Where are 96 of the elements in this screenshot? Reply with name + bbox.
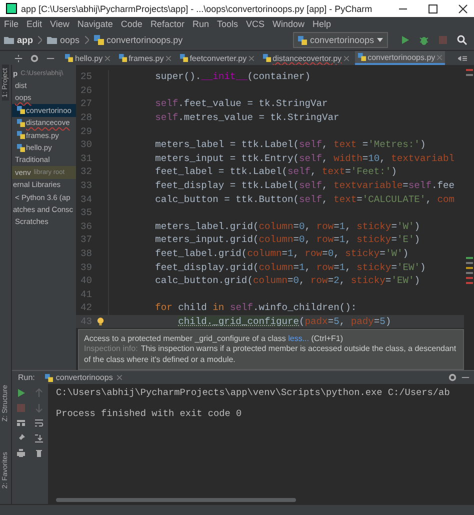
- python-file-icon: [94, 35, 104, 45]
- python-file-icon: [118, 54, 127, 62]
- python-file-icon: [180, 54, 188, 62]
- line-number: 42: [79, 302, 92, 314]
- python-file-icon: [262, 54, 271, 62]
- scroll-to-end-icon[interactable]: [34, 433, 44, 443]
- line-number: 31: [79, 152, 92, 164]
- code-line: feet_display = ttk.Label(self, textvariable=self.fee: [155, 180, 454, 192]
- folder-icon: [47, 36, 58, 44]
- python-file-icon: [17, 144, 25, 152]
- line-number: 40: [79, 275, 92, 286]
- python-file-icon: [17, 118, 25, 127]
- menu-item[interactable]: Help: [312, 18, 332, 28]
- chevron-icon: [38, 36, 42, 44]
- python-file-icon: [17, 131, 25, 140]
- console-line: C:\Users\abhij\PycharmProjects\app\venv\Scripts\python.exe C:/Users/ab: [56, 387, 451, 400]
- code-line: for child in self.winfo_children():: [155, 302, 357, 314]
- wrap-icon[interactable]: [34, 418, 44, 428]
- menu-item[interactable]: Edit: [26, 18, 42, 28]
- tab-list-icon[interactable]: [458, 54, 467, 62]
- folder-icon: [4, 36, 14, 44]
- line-number: 25: [79, 71, 92, 82]
- gear-icon[interactable]: [30, 54, 39, 62]
- code-line: child._grid_configure(padx=5, pady=5): [178, 316, 392, 327]
- line-number: 41: [79, 288, 92, 300]
- app-icon: [6, 3, 17, 14]
- menu-item[interactable]: Navigate: [77, 18, 113, 28]
- print-icon[interactable]: [16, 448, 26, 458]
- line-number: 27: [79, 98, 92, 110]
- inspection-info: Inspection info: This inspection warns if a protected member is accessed outside the class, a descendant of the class where it's defined or a module.: [84, 344, 458, 365]
- window-title: app [C:\Users\abhij\PycharmProjects\app] - ...\oops\convertorinoops.py [app] - PyCharm: [21, 4, 374, 14]
- bug-icon[interactable]: [419, 35, 429, 45]
- breadcrumb[interactable]: convertorinoops.py: [106, 35, 183, 45]
- code-line: calc_button = ttk.Button(self, text='CALCULATE', com: [155, 194, 454, 205]
- search-icon[interactable]: [457, 35, 467, 45]
- code-line: feet_display.grid(column=1, row=1, sticky='EW'): [155, 262, 426, 273]
- menu-item[interactable]: Refactor: [150, 18, 184, 28]
- layout-icon[interactable]: [16, 418, 26, 428]
- scrollbar[interactable]: [56, 498, 296, 502]
- breadcrumb[interactable]: app: [17, 35, 34, 45]
- tooltip-message: Access to a protected member _grid_configure of a class less... (Ctrl+F1): [84, 334, 344, 344]
- breadcrumb[interactable]: oops: [60, 35, 80, 45]
- code-line: meters_label.grid(column=0, row=1, sticky='W'): [155, 220, 420, 232]
- close-icon[interactable]: [458, 4, 468, 14]
- bulb-icon[interactable]: [96, 316, 104, 326]
- code-line: self.metres_value = tk.StringVar: [155, 112, 340, 124]
- line-number: 34: [79, 194, 92, 205]
- python-icon: [44, 374, 53, 382]
- menu-item[interactable]: Code: [120, 18, 142, 28]
- line-number: 37: [79, 234, 92, 246]
- menu-item[interactable]: VCS: [246, 18, 264, 28]
- less-link[interactable]: less...: [288, 334, 310, 343]
- editor-tab[interactable]: feetconverter.py: [176, 51, 257, 65]
- python-icon: [298, 36, 307, 44]
- code-line: calc_button.grid(column=0, row=2, sticky='EW'): [155, 275, 420, 286]
- line-number: 26: [79, 84, 92, 96]
- console-line: Process finished with exit code 0: [56, 408, 243, 421]
- menu-item[interactable]: Run: [192, 18, 209, 28]
- menu-item[interactable]: Tools: [216, 18, 238, 28]
- run-configuration-dropdown[interactable]: convertorinoops: [292, 32, 388, 48]
- line-number: 28: [79, 112, 92, 124]
- run-icon[interactable]: [16, 388, 26, 398]
- collapse-icon[interactable]: [14, 54, 23, 62]
- run-icon[interactable]: [400, 35, 410, 45]
- run-tab[interactable]: convertorinoops: [44, 373, 113, 382]
- code-line: meters_input = ttk.Entry(self, width=10, textvariabl: [155, 152, 454, 164]
- line-number: 30: [79, 139, 92, 150]
- code-line: feet_label.grid(column=1, row=0, sticky='W'): [155, 248, 408, 260]
- menu-item[interactable]: Window: [272, 18, 305, 28]
- line-number: 32: [79, 166, 92, 178]
- maximize-icon[interactable]: [428, 4, 438, 14]
- editor-tab[interactable]: frames.py: [116, 51, 174, 65]
- run-label: Run:: [18, 373, 35, 382]
- trash-icon[interactable]: [34, 448, 44, 458]
- python-file-icon: [358, 53, 366, 61]
- line-number: 39: [79, 262, 92, 273]
- editor-tab[interactable]: convertorinoops.py: [354, 51, 446, 65]
- code-line: super().__init__(container): [155, 71, 311, 82]
- menu-item[interactable]: File: [4, 18, 19, 28]
- line-number: 33: [79, 180, 92, 192]
- line-number: 38: [79, 248, 92, 260]
- menu-item[interactable]: View: [50, 18, 70, 28]
- chevron-icon: [84, 36, 89, 44]
- line-number: 29: [79, 126, 92, 137]
- line-number: 36: [79, 220, 92, 232]
- line-number: 35: [79, 207, 92, 218]
- python-file-icon: [17, 106, 25, 114]
- python-file-icon: [65, 54, 73, 62]
- code-line: meters_input.grid(column=0, row=1, sticky='E'): [155, 234, 420, 246]
- code-line: self.feet_value = tk.StringVar: [155, 98, 328, 110]
- editor-tab[interactable]: distancecovertor.py: [260, 51, 352, 65]
- editor-tab[interactable]: hello.py: [62, 51, 113, 65]
- code-line: meters_label = ttk.Label(self, text ='Metres:'): [155, 139, 426, 150]
- caret-icon: [377, 38, 383, 42]
- gear-icon[interactable]: [448, 373, 457, 382]
- code-line: feet_label = ttk.Label(self, text='Feet:'): [155, 166, 397, 178]
